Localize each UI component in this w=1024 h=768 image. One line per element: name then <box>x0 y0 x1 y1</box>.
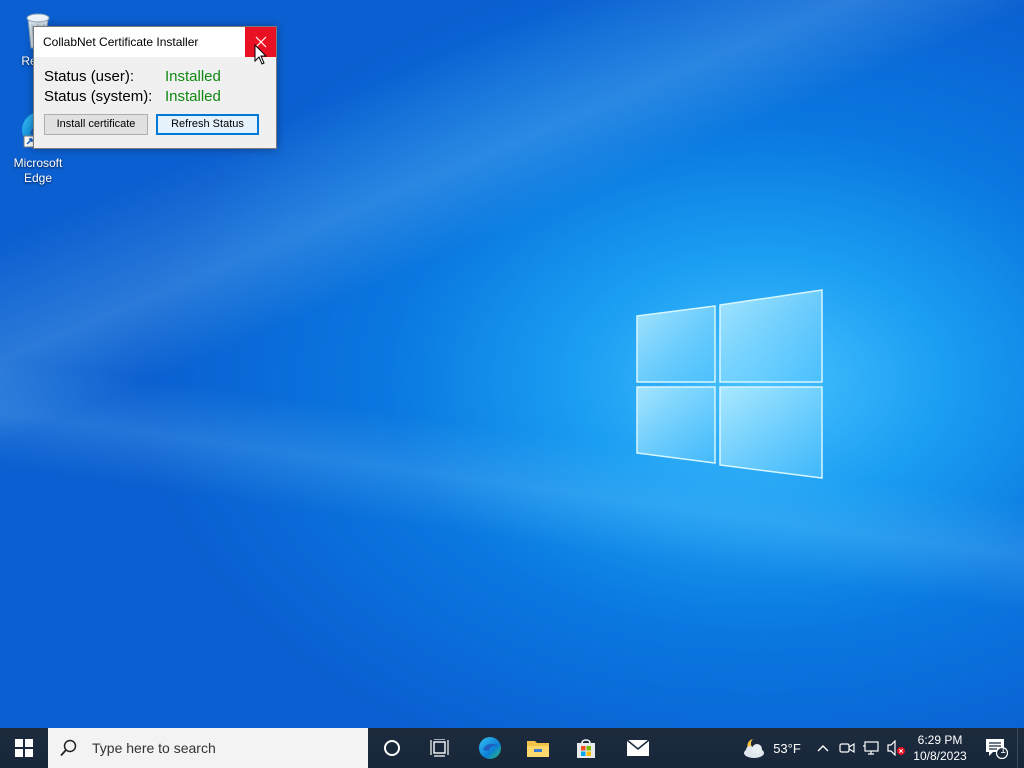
desktop-icon-label: Microsoft Edge <box>13 156 63 185</box>
mouse-cursor-icon <box>254 43 268 71</box>
meet-now-icon <box>839 742 855 754</box>
task-view-icon <box>430 739 449 757</box>
folder-icon <box>527 741 549 757</box>
status-system-value: Installed <box>165 88 221 105</box>
wallpaper-windows-logo <box>630 286 830 486</box>
mail-envelope-icon <box>626 739 650 756</box>
status-system-label: Status (system): <box>44 88 153 105</box>
taskbar-store-button[interactable] <box>562 728 610 768</box>
status-user-value: Installed <box>165 68 221 85</box>
windows-logo-icon <box>15 739 33 757</box>
notification-count-badge: 1 <box>1000 745 1006 756</box>
show-desktop-button[interactable] <box>1017 728 1024 768</box>
clock-time: 6:29 PM <box>917 733 963 747</box>
microsoft-edge-icon <box>479 737 501 759</box>
store-bag-icon <box>577 739 595 758</box>
taskbar: Type here to search 53°F 6:29 PM 10/8/20… <box>0 728 1024 768</box>
meet-now-button[interactable] <box>836 728 858 768</box>
taskbar-mail-button[interactable] <box>612 728 664 768</box>
taskbar-edge-button[interactable] <box>466 728 514 768</box>
status-user-label: Status (user): <box>44 68 135 85</box>
volume-button[interactable] <box>884 728 908 768</box>
certificate-installer-window: CollabNet Certificate Installer Status (… <box>33 26 277 149</box>
taskbar-clock[interactable]: 6:29 PM 10/8/2023 <box>910 728 970 768</box>
show-hidden-icons-button[interactable] <box>812 728 834 768</box>
start-button[interactable] <box>0 728 48 768</box>
weather-temperature: 53°F <box>773 740 801 756</box>
status-system-row: Status (system): Installed <box>44 88 221 105</box>
clock-date: 10/8/2023 <box>913 749 967 763</box>
task-view-button[interactable] <box>416 728 464 768</box>
search-placeholder: Type here to search <box>92 740 216 756</box>
chevron-up-icon <box>817 745 829 752</box>
network-button[interactable] <box>860 728 882 768</box>
status-user-row: Status (user): Installed <box>44 68 221 85</box>
volume-muted-icon <box>887 740 905 756</box>
network-monitor-icon <box>863 741 879 755</box>
weather-widget[interactable]: 53°F <box>734 728 808 768</box>
install-certificate-button[interactable]: Install certificate <box>44 114 148 135</box>
taskbar-search-box[interactable]: Type here to search <box>48 728 368 768</box>
refresh-status-button[interactable]: Refresh Status <box>156 114 259 135</box>
cortana-circle-icon <box>384 740 400 756</box>
taskbar-file-explorer-button[interactable] <box>514 728 562 768</box>
action-center-button[interactable]: 1 <box>976 728 1016 768</box>
cortana-button[interactable] <box>368 728 416 768</box>
window-titlebar[interactable]: CollabNet Certificate Installer <box>34 27 276 57</box>
search-icon <box>60 739 77 757</box>
window-title: CollabNet Certificate Installer <box>43 35 199 49</box>
partly-cloudy-night-icon <box>744 739 765 758</box>
